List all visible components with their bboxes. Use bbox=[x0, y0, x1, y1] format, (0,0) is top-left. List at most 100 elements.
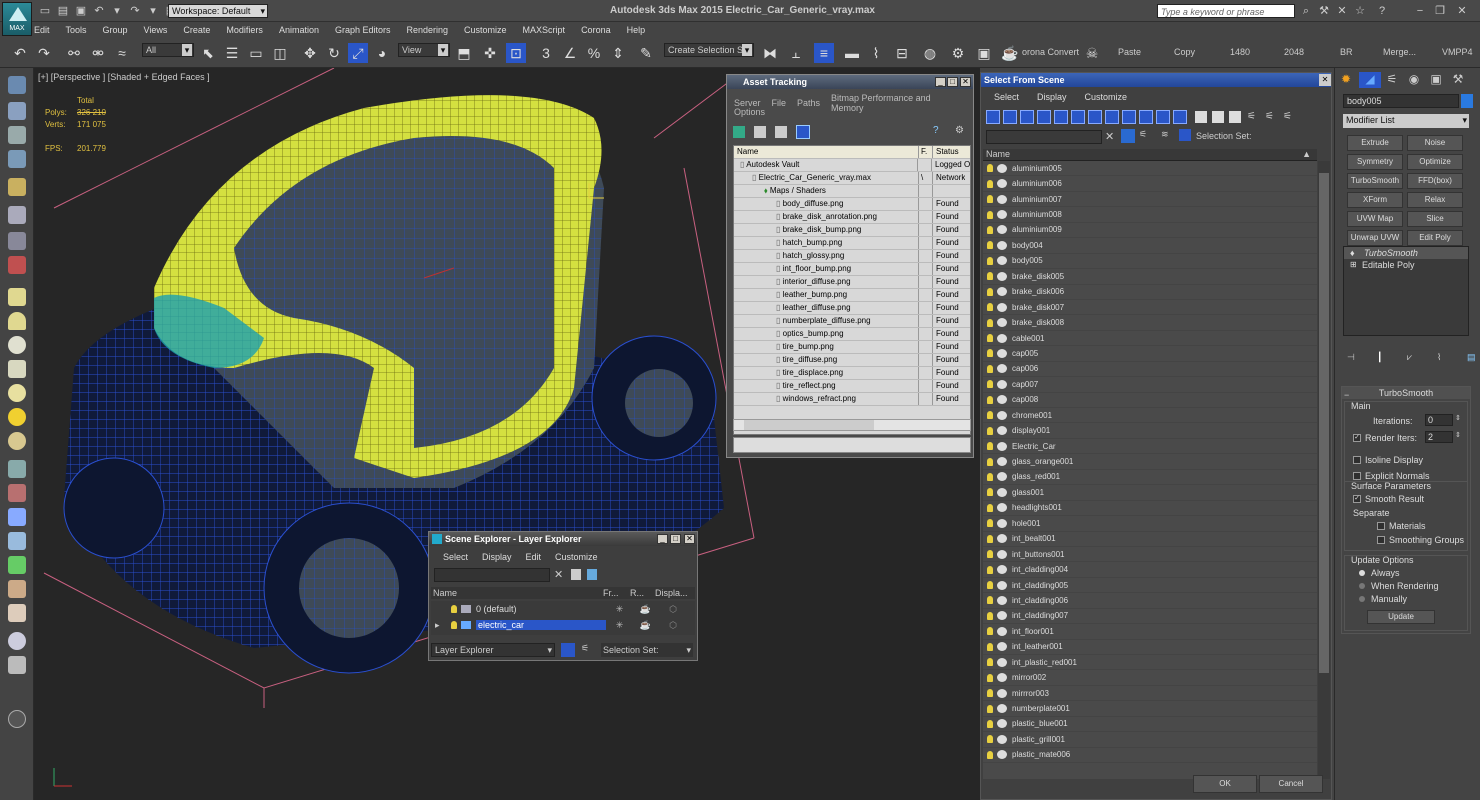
scene-object-item[interactable]: body005 bbox=[983, 254, 1317, 270]
minimize-icon[interactable]: _ bbox=[657, 534, 668, 544]
asset-row[interactable]: ▯ numberplate_diffuse.png Found bbox=[734, 315, 970, 328]
create-tab-icon[interactable]: ✹ bbox=[1341, 72, 1359, 88]
col-name[interactable]: Name bbox=[431, 587, 603, 599]
display-lights-icon[interactable] bbox=[1020, 110, 1034, 124]
display-invert-icon[interactable] bbox=[1229, 111, 1241, 123]
manually-radio[interactable] bbox=[1359, 596, 1365, 602]
favorites-icon[interactable]: ☆ bbox=[1353, 4, 1367, 18]
light-bulb-icon[interactable] bbox=[987, 318, 993, 327]
menu-modifiers[interactable]: Modifiers bbox=[226, 25, 263, 35]
asset-row[interactable]: ▯ optics_bump.png Found bbox=[734, 328, 970, 341]
workspace-dropdown[interactable]: Workspace: Default ▾ bbox=[168, 4, 268, 18]
configure-modifier-icon[interactable]: ▤ bbox=[1467, 352, 1480, 363]
col-render[interactable]: R... bbox=[630, 587, 655, 599]
col-status[interactable]: Status bbox=[933, 146, 959, 158]
render-setup-icon[interactable]: ⚙ bbox=[948, 43, 968, 63]
light-bulb-icon[interactable] bbox=[987, 303, 993, 312]
tool-17-icon[interactable] bbox=[8, 484, 26, 502]
layers-icon[interactable]: ≋ bbox=[1161, 129, 1175, 143]
menu-create[interactable]: Create bbox=[183, 25, 210, 35]
scene-object-item[interactable]: int_buttons001 bbox=[983, 547, 1317, 563]
scene-object-item[interactable]: int_cladding006 bbox=[983, 593, 1317, 609]
new-file-icon[interactable]: ▭ bbox=[38, 4, 52, 18]
menu-display[interactable]: Display bbox=[1037, 92, 1067, 102]
tool-8-icon[interactable] bbox=[8, 256, 26, 274]
light-bulb-icon[interactable] bbox=[987, 750, 993, 759]
close-icon[interactable]: ✕ bbox=[960, 77, 971, 87]
scene-object-item[interactable]: plastic_grill001 bbox=[983, 732, 1317, 748]
render-frame-icon[interactable]: ▣ bbox=[974, 43, 994, 63]
tool-19-icon[interactable] bbox=[8, 532, 26, 550]
select-object-icon[interactable]: ⬉ bbox=[198, 43, 218, 63]
modifier-button-xform[interactable]: XForm bbox=[1347, 192, 1403, 208]
rollout-header[interactable]: TurboSmooth bbox=[1342, 387, 1470, 399]
display-box-icon[interactable]: ⬡ bbox=[658, 604, 688, 615]
cancel-button[interactable]: Cancel bbox=[1259, 775, 1323, 793]
light-bulb-icon[interactable] bbox=[987, 550, 993, 559]
scene-object-item[interactable]: int_cladding004 bbox=[983, 562, 1317, 578]
explorer-type-dropdown[interactable]: Layer Explorer ▾ bbox=[431, 643, 555, 657]
always-radio[interactable] bbox=[1359, 570, 1365, 576]
merge-button[interactable]: Merge... bbox=[1383, 47, 1416, 57]
smoothing-groups-checkbox[interactable] bbox=[1377, 536, 1385, 544]
modifier-button-ffd-box-[interactable]: FFD(box) bbox=[1407, 173, 1463, 189]
tool-20-icon[interactable] bbox=[8, 556, 26, 574]
minimize-icon[interactable]: − bbox=[1413, 4, 1427, 18]
col-display[interactable]: Displa... bbox=[655, 587, 688, 599]
tool-7-icon[interactable] bbox=[8, 232, 26, 250]
light-bulb-icon[interactable] bbox=[987, 164, 993, 173]
stack-item-turbosmooth[interactable]: ♦ TurboSmooth bbox=[1344, 247, 1468, 259]
tool-5-icon[interactable] bbox=[8, 178, 26, 196]
iterations-spinner-icon[interactable]: ⇕ bbox=[1455, 414, 1461, 422]
light-bulb-icon[interactable] bbox=[987, 503, 993, 512]
asset-row[interactable]: ▯ tire_reflect.png Found bbox=[734, 380, 970, 393]
align-icon[interactable]: ⫠ bbox=[786, 43, 806, 63]
light-bulb-icon[interactable] bbox=[987, 210, 993, 219]
remove-modifier-icon[interactable]: ⌇ bbox=[1437, 352, 1451, 363]
layer-row[interactable]: ▸ electric_car ✳ ☕ ⬡ bbox=[431, 617, 695, 633]
scene-object-item[interactable]: brake_disk005 bbox=[983, 269, 1317, 285]
link-icon[interactable]: ⚯ bbox=[64, 43, 84, 63]
display-none-icon[interactable] bbox=[1212, 111, 1224, 123]
copy-button[interactable]: Copy bbox=[1174, 47, 1195, 57]
light-bulb-icon[interactable] bbox=[987, 287, 993, 296]
scene-object-item[interactable]: display001 bbox=[983, 423, 1317, 439]
scene-object-item[interactable]: cap007 bbox=[983, 377, 1317, 393]
bind-spacewarp-icon[interactable]: ≈ bbox=[112, 43, 132, 63]
tool-10-icon[interactable] bbox=[8, 312, 26, 330]
pivot-center-icon[interactable]: ⬒ bbox=[454, 43, 474, 63]
light-bulb-icon[interactable] bbox=[987, 241, 993, 250]
tool-22-icon[interactable] bbox=[8, 604, 26, 622]
scene-object-item[interactable]: brake_disk008 bbox=[983, 315, 1317, 331]
render-icon[interactable]: ☕ bbox=[1000, 43, 1020, 63]
light-bulb-icon[interactable] bbox=[987, 225, 993, 234]
materials-checkbox[interactable] bbox=[1377, 522, 1385, 530]
light-bulb-icon[interactable] bbox=[987, 472, 993, 481]
undo-icon[interactable]: ↶ bbox=[92, 4, 106, 18]
light-bulb-icon[interactable] bbox=[987, 380, 993, 389]
tool-23-icon[interactable] bbox=[8, 632, 26, 650]
display-groups-icon[interactable] bbox=[1088, 110, 1102, 124]
help-icon[interactable]: ? bbox=[1375, 4, 1389, 18]
hierarchy-tab-icon[interactable]: ⚟ bbox=[1381, 72, 1403, 88]
light-bulb-icon[interactable] bbox=[987, 256, 993, 265]
modifier-button-noise[interactable]: Noise bbox=[1407, 135, 1463, 151]
light-bulb-icon[interactable] bbox=[987, 411, 993, 420]
tool-3-icon[interactable] bbox=[8, 126, 26, 144]
keyboard-shortcut-icon[interactable]: ⊡ bbox=[506, 43, 526, 63]
tool-4-icon[interactable] bbox=[8, 150, 26, 168]
scale-icon[interactable]: ⤢ bbox=[348, 43, 368, 63]
asset-row[interactable]: ▯ leather_bump.png Found bbox=[734, 289, 970, 302]
reference-coordinate-dropdown[interactable]: View ▾ bbox=[398, 43, 450, 57]
asset-row[interactable]: ▯ body_diffuse.png Found bbox=[734, 198, 970, 211]
light-bulb-icon[interactable] bbox=[987, 719, 993, 728]
bulb-icon[interactable]: ♦ bbox=[1350, 247, 1355, 259]
light-bulb-icon[interactable] bbox=[987, 534, 993, 543]
when-rendering-radio[interactable] bbox=[1359, 583, 1365, 589]
maximize-icon[interactable]: □ bbox=[670, 534, 681, 544]
display-box-icon[interactable]: ⬡ bbox=[658, 620, 688, 631]
update-button[interactable]: Update bbox=[1367, 610, 1435, 624]
rotate-icon[interactable]: ↻ bbox=[324, 43, 344, 63]
tool-1-icon[interactable] bbox=[8, 76, 26, 94]
light-bulb-icon[interactable] bbox=[987, 395, 993, 404]
